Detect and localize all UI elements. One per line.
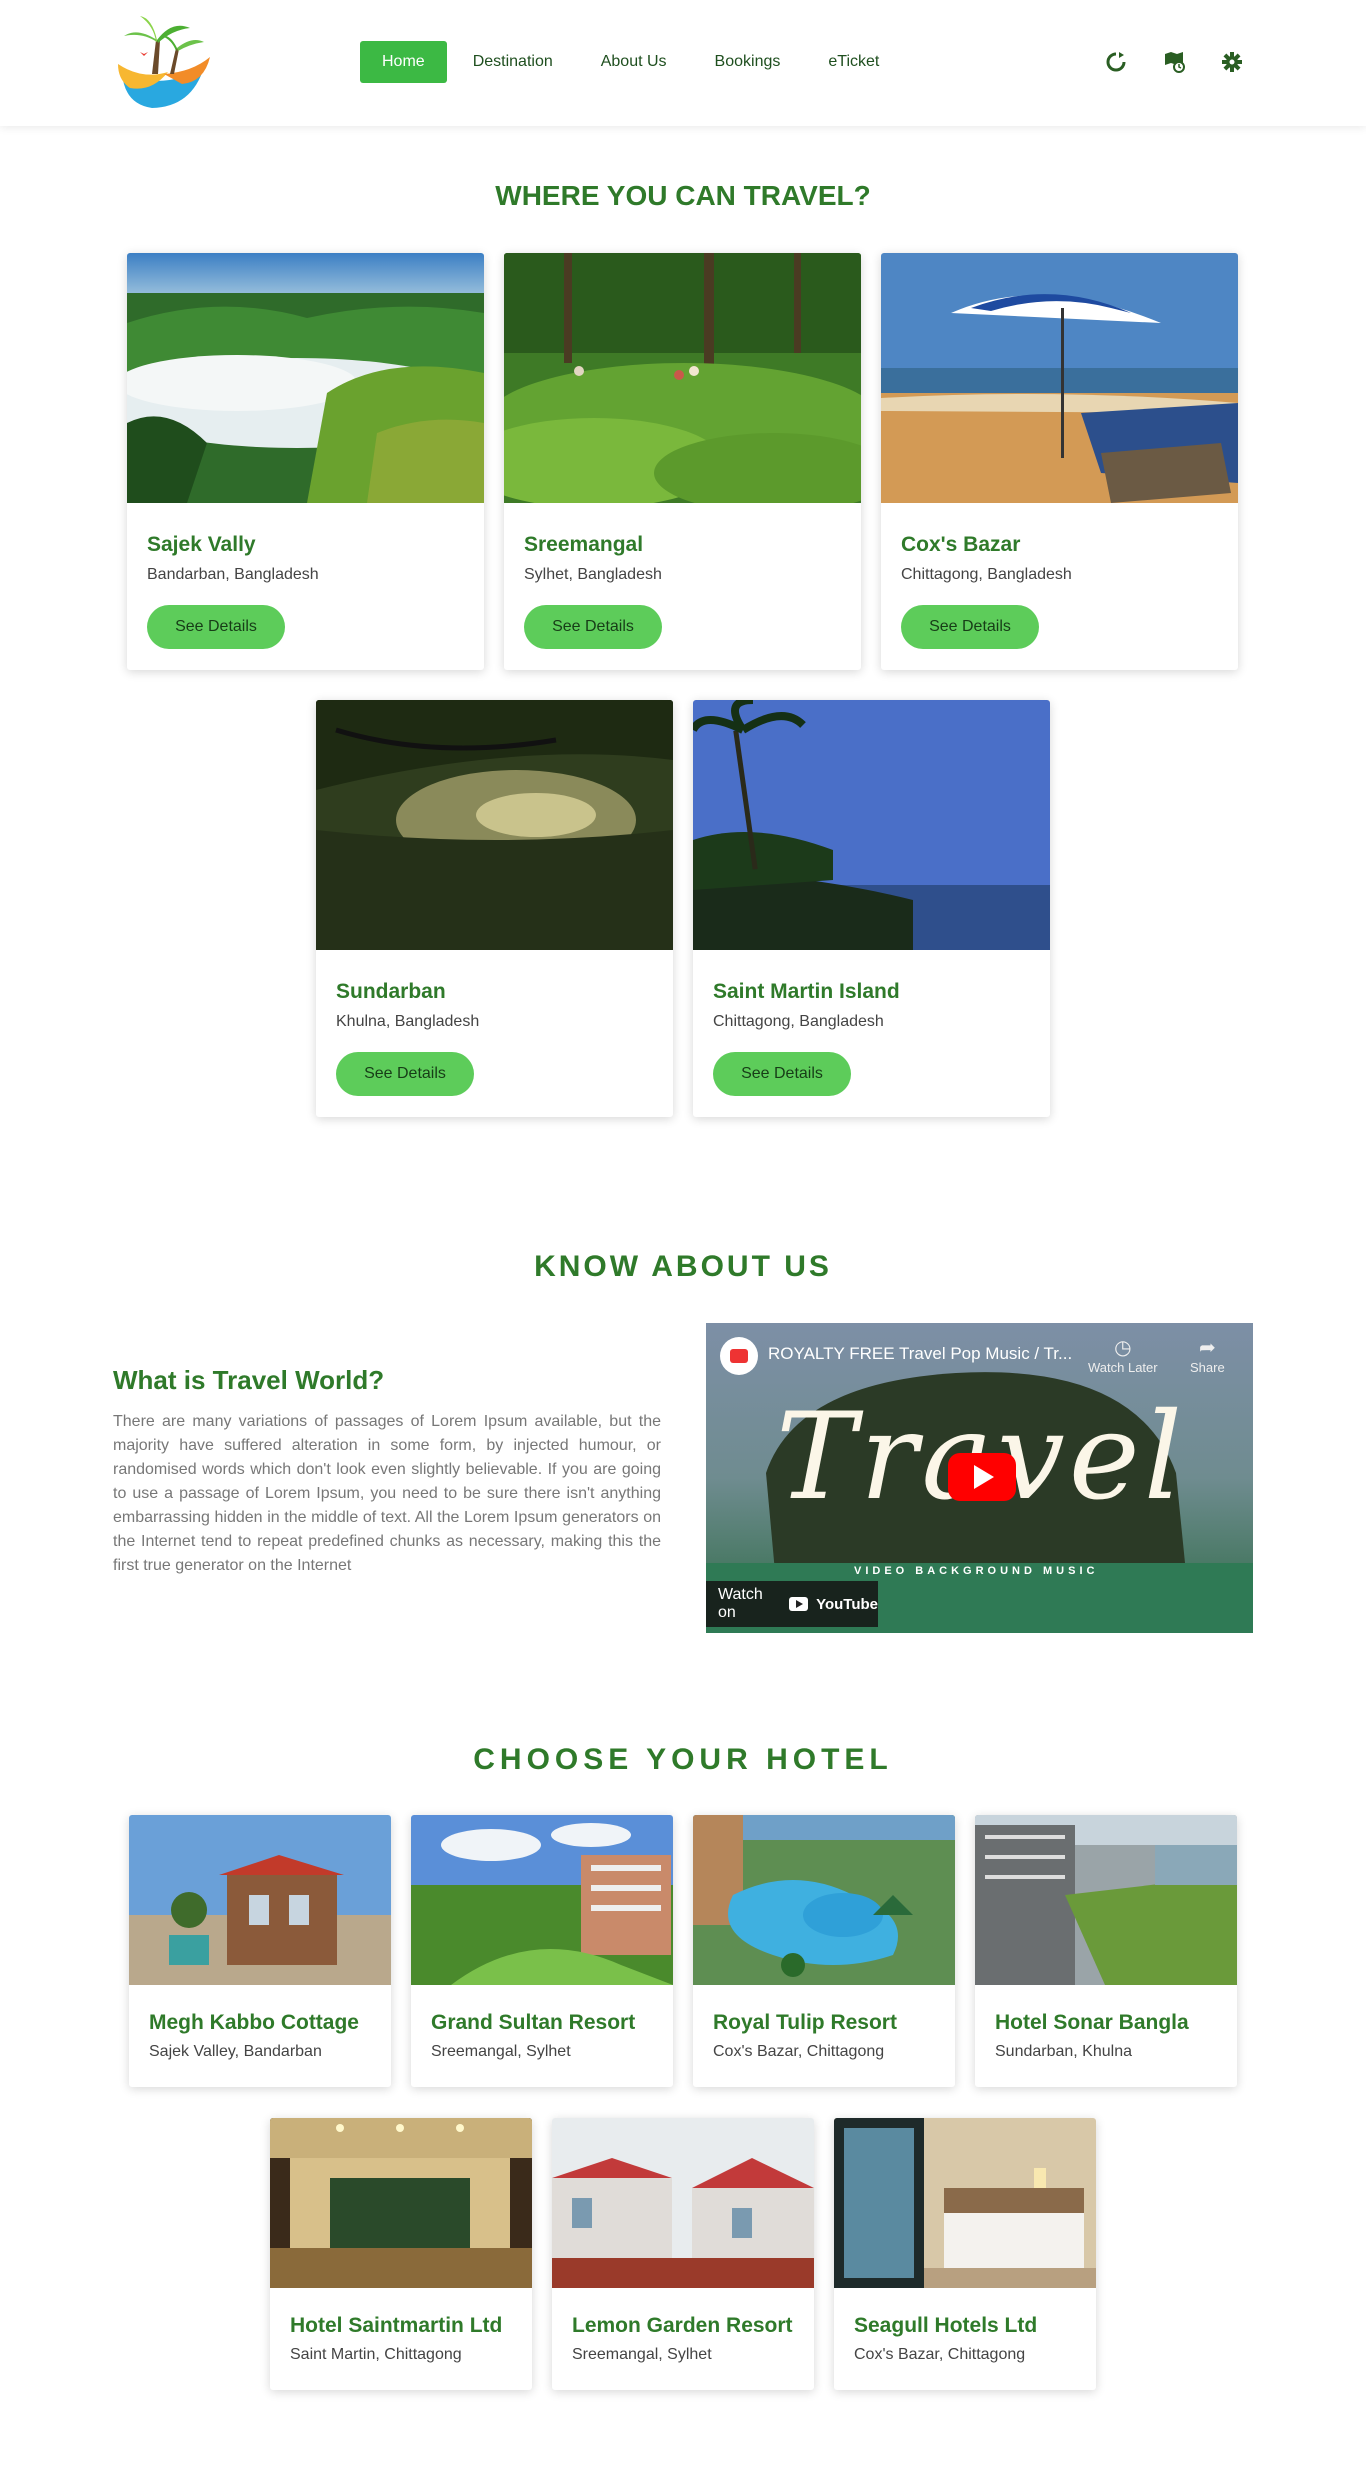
hotel-image (552, 2118, 814, 2288)
about-text: There are many variations of passages of… (113, 1413, 661, 1574)
see-details-button[interactable]: See Details (901, 605, 1039, 649)
nav-destination[interactable]: Destination (451, 41, 575, 83)
play-button[interactable] (948, 1453, 1016, 1501)
about-title: KNOW ABOUT US (534, 1250, 832, 1283)
watch-later-button[interactable]: ◷ Watch Later (1088, 1335, 1158, 1375)
hotel-name: Hotel Saintmartin Ltd (290, 2314, 503, 2337)
hotel-location: Sajek Valley, Bandarban (149, 2043, 322, 2060)
nav-links: Home Destination About Us Bookings eTick… (360, 41, 905, 83)
youtube-label: YouTube (816, 1595, 878, 1613)
youtube-icon (730, 1349, 748, 1363)
clock-icon: ◷ (1114, 1337, 1132, 1359)
hotel-name: Seagull Hotels Ltd (854, 2314, 1038, 2337)
hotel-image (411, 1815, 673, 1985)
video-player[interactable]: ROYALTY FREE Travel Pop Music / Tr... ◷ … (706, 1323, 1253, 1633)
destination-image (881, 253, 1238, 503)
see-details-button[interactable]: See Details (336, 1052, 474, 1096)
watch-on-label: Watch on (718, 1586, 763, 1621)
destination-card: Sreemangal Sylhet, Bangladesh See Detail… (504, 253, 861, 670)
map-icon[interactable] (1162, 50, 1186, 74)
refresh-icon[interactable] (1104, 50, 1128, 74)
hotel-name: Megh Kabbo Cottage (149, 2011, 359, 2034)
nav-home[interactable]: Home (360, 41, 447, 83)
destination-location: Chittagong, Bangladesh (901, 566, 1072, 583)
hotel-location: Cox's Bazar, Chittagong (854, 2346, 1026, 2363)
destination-location: Bandarban, Bangladesh (147, 566, 319, 583)
hotel-card[interactable]: Hotel Sonar Bangla Sundarban, Khulna (975, 1815, 1237, 2087)
channel-avatar[interactable] (720, 1337, 758, 1375)
play-icon (974, 1465, 994, 1489)
destination-image (127, 253, 484, 503)
hotel-name: Grand Sultan Resort (431, 2011, 636, 2034)
see-details-button[interactable]: See Details (524, 605, 662, 649)
destination-location: Chittagong, Bangladesh (713, 1013, 884, 1030)
hotel-image (270, 2118, 532, 2288)
hotel-location: Cox's Bazar, Chittagong (713, 2043, 885, 2060)
hotel-name: Hotel Sonar Bangla (995, 2011, 1189, 2034)
destination-card: Sundarban Khulna, Bangladesh See Details (316, 700, 673, 1117)
hotel-card[interactable]: Megh Kabbo Cottage Sajek Valley, Bandarb… (129, 1815, 391, 2087)
destination-name: Cox's Bazar (901, 533, 1021, 556)
gear-icon[interactable] (1220, 50, 1244, 74)
nav-eticket[interactable]: eTicket (806, 41, 901, 83)
destination-card: Cox's Bazar Chittagong, Bangladesh See D… (881, 253, 1238, 670)
video-subtitle: VIDEO BACKGROUND MUSIC (854, 1565, 1099, 1577)
share-label: Share (1190, 1360, 1225, 1375)
destination-image (316, 700, 673, 950)
hotel-card[interactable]: Seagull Hotels Ltd Cox's Bazar, Chittago… (834, 2118, 1096, 2390)
share-button[interactable]: ➦ Share (1190, 1335, 1225, 1375)
share-icon: ➦ (1198, 1337, 1216, 1359)
destination-location: Khulna, Bangladesh (336, 1013, 480, 1030)
hotel-card[interactable]: Hotel Saintmartin Ltd Saint Martin, Chit… (270, 2118, 532, 2390)
hotel-card[interactable]: Lemon Garden Resort Sreemangal, Sylhet (552, 2118, 814, 2390)
destination-card: Saint Martin Island Chittagong, Banglade… (693, 700, 1050, 1117)
watch-on-youtube-button[interactable]: Watch on YouTube (706, 1581, 878, 1627)
hotel-card[interactable]: Royal Tulip Resort Cox's Bazar, Chittago… (693, 1815, 955, 2087)
hotel-image (693, 1815, 955, 1985)
youtube-logo-icon (789, 1597, 809, 1611)
destination-name: Sreemangal (524, 533, 644, 556)
hotel-name: Royal Tulip Resort (713, 2011, 897, 2034)
destination-name: Sundarban (336, 980, 446, 1003)
hotel-image (975, 1815, 1237, 1985)
destination-image (693, 700, 1050, 950)
about-heading: What is Travel World? (113, 1365, 385, 1395)
destination-name: Saint Martin Island (713, 980, 900, 1003)
see-details-button[interactable]: See Details (713, 1052, 851, 1096)
navbar: Home Destination About Us Bookings eTick… (0, 0, 1366, 126)
nav-bookings[interactable]: Bookings (693, 41, 803, 83)
watch-later-label: Watch Later (1088, 1360, 1158, 1375)
nav-icons (1104, 50, 1244, 74)
hotel-location: Saint Martin, Chittagong (290, 2346, 462, 2363)
destination-image (504, 253, 861, 503)
nav-about-us[interactable]: About Us (579, 41, 689, 83)
hotels-title: CHOOSE YOUR HOTEL (473, 1743, 893, 1776)
hotel-name: Lemon Garden Resort (572, 2314, 793, 2337)
destination-location: Sylhet, Bangladesh (524, 566, 662, 583)
hotel-location: Sundarban, Khulna (995, 2043, 1132, 2060)
hotel-location: Sreemangal, Sylhet (572, 2346, 712, 2363)
hotel-image (834, 2118, 1096, 2288)
video-title[interactable]: ROYALTY FREE Travel Pop Music / Tr... (768, 1344, 1072, 1364)
hotel-card[interactable]: Grand Sultan Resort Sreemangal, Sylhet (411, 1815, 673, 2087)
see-details-button[interactable]: See Details (147, 605, 285, 649)
hotel-image (129, 1815, 391, 1985)
destinations-title: WHERE YOU CAN TRAVEL? (495, 180, 871, 211)
destination-name: Sajek Vally (147, 533, 256, 556)
hotel-location: Sreemangal, Sylhet (431, 2043, 571, 2060)
logo-icon[interactable] (112, 12, 214, 110)
destination-card: Sajek Vally Bandarban, Bangladesh See De… (127, 253, 484, 670)
